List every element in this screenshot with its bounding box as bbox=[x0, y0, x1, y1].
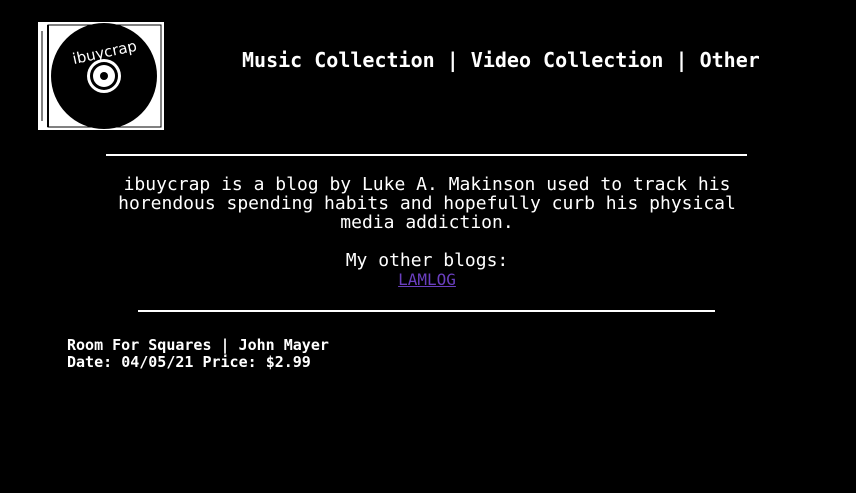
page: ibuycrap Music Collection | Video Collec… bbox=[0, 0, 856, 493]
nav-music-collection[interactable]: Music Collection bbox=[242, 48, 435, 72]
nav-video-collection[interactable]: Video Collection bbox=[471, 48, 664, 72]
divider-top bbox=[106, 154, 747, 156]
about-line: ibuycrap is a blog by Luke A. Makinson u… bbox=[123, 174, 731, 195]
nav-other[interactable]: Other bbox=[700, 48, 760, 72]
divider-bottom bbox=[138, 310, 715, 312]
lamlog-link[interactable]: LAMLOG bbox=[398, 270, 456, 289]
price-label: Price: bbox=[202, 353, 257, 371]
other-blogs: My other blogs: LAMLOG bbox=[90, 251, 764, 289]
entry-title[interactable]: Room For Squares | John Mayer bbox=[67, 337, 329, 354]
cd-case-logo-icon[interactable]: ibuycrap bbox=[37, 21, 165, 131]
entry-price: $2.99 bbox=[265, 353, 311, 371]
about-text: ibuycrap is a blog by Luke A. Makinson u… bbox=[90, 175, 764, 232]
nav-separator: | bbox=[446, 48, 459, 72]
about-line: media addiction. bbox=[340, 212, 514, 233]
entry-meta: Date: 04/05/21 Price: $2.99 bbox=[67, 354, 329, 371]
main-nav: Music Collection | Video Collection | Ot… bbox=[242, 48, 760, 72]
blog-entry: Room For Squares | John Mayer Date: 04/0… bbox=[67, 337, 329, 371]
other-blogs-label: My other blogs: bbox=[345, 250, 509, 271]
entry-date: 04/05/21 bbox=[121, 353, 194, 371]
nav-separator: | bbox=[675, 48, 688, 72]
about-line: horendous spending habits and hopefully … bbox=[118, 193, 736, 214]
date-label: Date: bbox=[67, 353, 113, 371]
